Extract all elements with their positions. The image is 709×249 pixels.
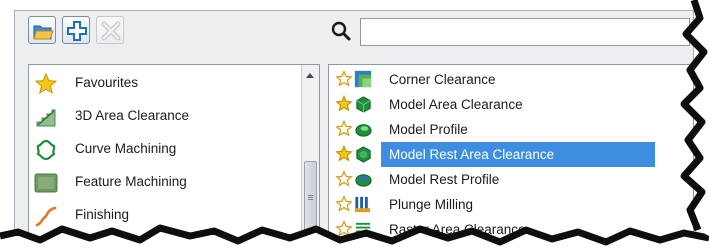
torn-edge-decoration	[0, 0, 709, 249]
